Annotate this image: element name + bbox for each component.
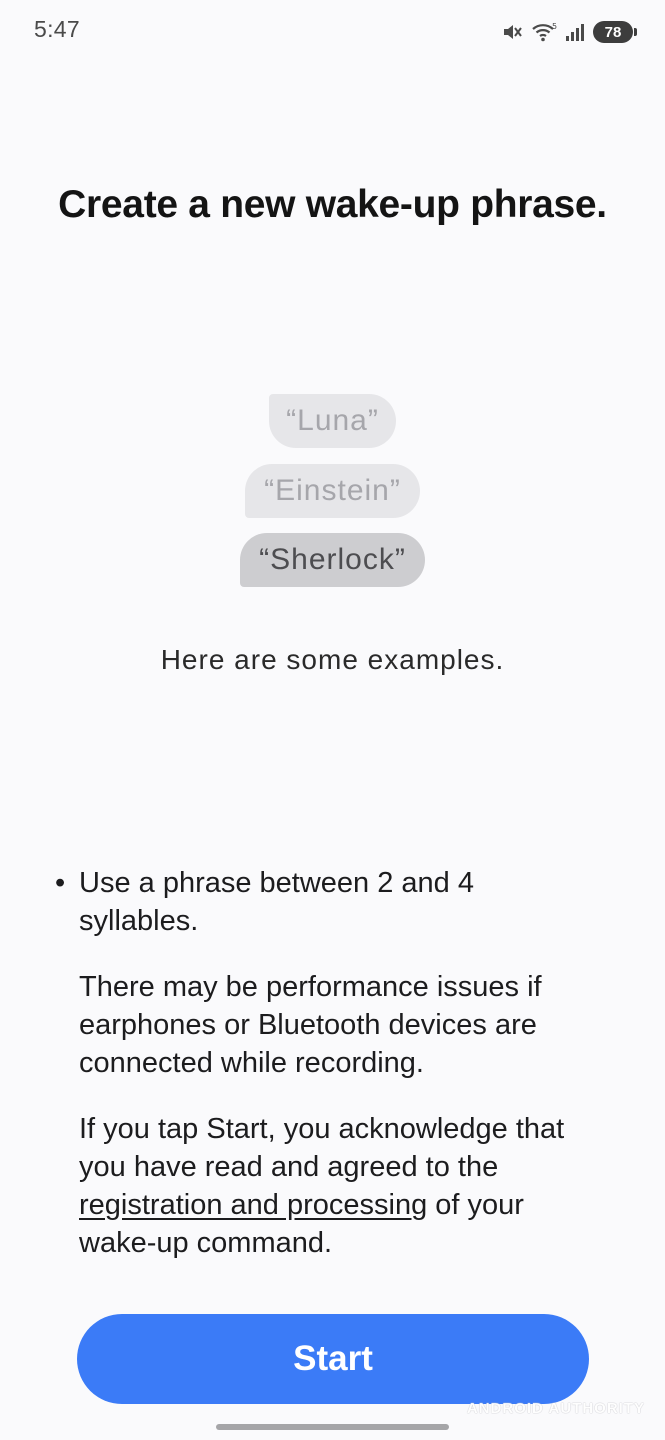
start-button[interactable]: Start — [77, 1314, 589, 1404]
page-title: Create a new wake-up phrase. — [58, 183, 607, 226]
examples-caption: Here are some examples. — [160, 644, 505, 675]
bullet-dot: • — [55, 867, 66, 899]
syllable-tip: Use a phrase between 2 and 4 syllables. — [79, 867, 474, 937]
svg-text:5: 5 — [552, 22, 557, 31]
mute-icon — [501, 21, 523, 43]
status-bar: 5:47 5 78 — [0, 0, 665, 64]
status-icons: 5 78 — [501, 20, 637, 44]
consent-text-before: If you tap Start, you acknowledge that y… — [79, 1113, 565, 1183]
info-section: • Use a phrase between 2 and 4 syllables… — [55, 864, 589, 1262]
watermark-logo: ANDROID AUTHORITY — [466, 1400, 645, 1417]
status-time: 5:47 — [34, 16, 80, 42]
consent-text: If you tap Start, you acknowledge that y… — [79, 1110, 589, 1262]
battery-indicator: 78 — [593, 21, 637, 43]
wifi-icon: 5 — [531, 21, 557, 43]
example-phrases: “Luna” “Einstein” “Sherlock” — [0, 394, 665, 594]
performance-note: There may be performance issues if earph… — [79, 971, 542, 1079]
signal-icon — [565, 22, 585, 42]
registration-processing-link[interactable]: registration and processing — [79, 1189, 427, 1221]
example-chip-einstein: “Einstein” — [245, 464, 420, 518]
home-indicator[interactable] — [216, 1424, 449, 1430]
example-chip-luna: “Luna” — [269, 394, 396, 448]
example-chip-sherlock: “Sherlock” — [240, 533, 425, 587]
